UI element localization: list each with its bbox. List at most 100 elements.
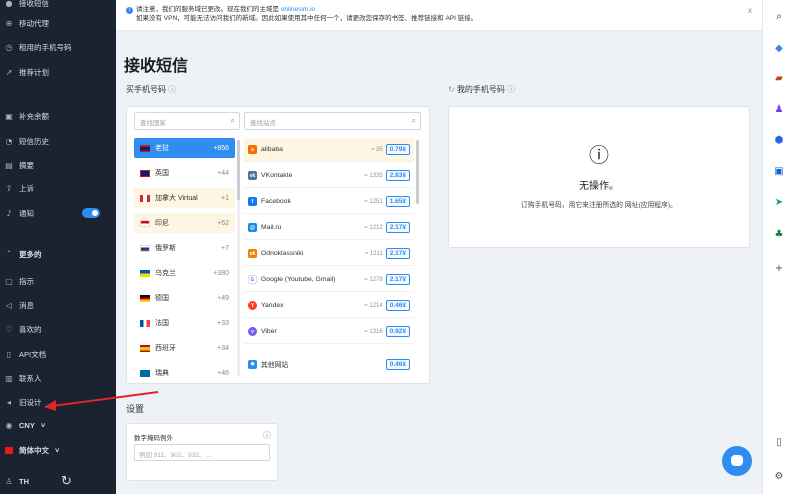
sidebar-item-receive-sms[interactable]: ● 接收短信	[0, 0, 116, 12]
country-item[interactable]: 老挝 +856	[134, 138, 235, 158]
country-item[interactable]: 乌克兰 +380	[134, 263, 235, 283]
ukraine-flag-icon	[140, 269, 150, 277]
sidebar-item-api-docs[interactable]: ▯ API文档	[0, 345, 116, 363]
service-item[interactable]: v Viber ≈ 1316 0.92¥	[244, 320, 414, 344]
m365-icon[interactable]: ⬢	[772, 134, 786, 148]
briefcase-icon[interactable]: ▰	[772, 72, 786, 86]
service-item[interactable]: Y Yandex ≈ 1214 0.46¥	[244, 294, 414, 318]
service-item[interactable]: @ Mail.ru ≈ 1212 2.17¥	[244, 216, 414, 240]
exclude-mask-input[interactable]: 例如 911、902、932、...	[134, 444, 270, 461]
sidebar-item-topup[interactable]: ▣ 补充余额	[0, 107, 116, 125]
country-scrollbar-thumb[interactable]	[237, 140, 240, 200]
service-search-input[interactable]: 查找站点 ⌕	[244, 112, 421, 130]
price-button[interactable]: 2.17¥	[385, 248, 410, 259]
send-icon[interactable]: ➤	[772, 196, 786, 210]
user-initials: TH	[19, 476, 29, 486]
user-profile[interactable]: ♙ TH ↻	[0, 472, 116, 490]
people-icon[interactable]: ♟	[772, 103, 786, 117]
my-numbers-panel: ⓘ 无操作。 订购手机号码，用它来注册所选的 网址(应用程序)。	[448, 106, 750, 248]
sidebar-more-toggle[interactable]: ˆ 更多的	[0, 245, 116, 263]
my-numbers-label: ↻ 我的手机号码 ⓘ	[448, 85, 516, 94]
chat-button[interactable]	[722, 446, 752, 476]
notice-domain-link[interactable]: onlinesim.io	[281, 6, 315, 13]
country-item[interactable]: 加拿大 Virtual +1	[134, 188, 235, 208]
sidebar-item-proxy[interactable]: ⊕ 移动代理	[0, 14, 116, 32]
country-item[interactable]: 俄罗斯 +7	[134, 238, 235, 258]
browser-side-toolbar: ⌕ ◆ ▰ ♟ ⬢ ▣ ➤ ♣ + ▯ ⚙	[762, 0, 794, 494]
service-item[interactable]: vk VKontakte ≈ 1335 2.83¥	[244, 164, 414, 188]
sidebar-item-rent[interactable]: ◷ 租用的手机号码	[0, 38, 116, 56]
search-icon: ⌕	[230, 116, 235, 125]
price-button[interactable]: 2.83¥	[385, 170, 410, 181]
service-scrollbar-thumb[interactable]	[416, 140, 419, 204]
gear-icon[interactable]: ⚙	[772, 470, 786, 484]
service-item[interactable]: ◆ 其他网站 0.46¥	[244, 352, 414, 376]
price-button[interactable]: 1.65¥	[385, 196, 410, 207]
sidebar-item-contacts[interactable]: ▥ 联系人	[0, 369, 116, 387]
country-item[interactable]: 法国 +33	[134, 313, 235, 333]
search-icon: ⌕	[411, 116, 416, 125]
notifications-toggle[interactable]	[82, 208, 100, 218]
tag-icon[interactable]: ◆	[772, 42, 786, 56]
notice-text: 请注意，我们的服务域已更改。现在我们的主域是	[136, 6, 279, 13]
sidebar-panel-icon[interactable]: ▯	[772, 436, 786, 450]
search-icon[interactable]: ⌕	[772, 10, 786, 24]
sidebar-item-notifications[interactable]: ♪ 通知	[0, 204, 116, 222]
country-item[interactable]: 瑞典 +46	[134, 363, 235, 383]
country-item[interactable]: 德国 +49	[134, 288, 235, 308]
country-item[interactable]: 英国 +44	[134, 163, 235, 183]
price-button[interactable]: 0.92¥	[385, 326, 410, 337]
price-button[interactable]: 0.46¥	[385, 358, 410, 370]
price-button[interactable]: 2.17¥	[385, 274, 410, 285]
refresh-icon[interactable]: ↻	[448, 85, 455, 94]
sidebar-item-referral[interactable]: ↗ 推荐计划	[0, 63, 116, 81]
outlook-icon[interactable]: ▣	[772, 165, 786, 179]
sweden-flag-icon	[140, 369, 150, 377]
wallet-icon: ▣	[5, 111, 13, 121]
language-selector[interactable]: 简体中文 ˅	[0, 441, 116, 459]
close-icon[interactable]: x	[748, 6, 752, 15]
price-button[interactable]: 0.79¥	[385, 144, 410, 155]
empty-title: 无操作。	[579, 181, 619, 192]
bell-icon: ♪	[6, 208, 12, 218]
plus-icon[interactable]: +	[772, 262, 786, 276]
sidebar-item-appeal[interactable]: ⇧ 上诉	[0, 179, 116, 197]
country-item[interactable]: 西班牙 +34	[134, 338, 235, 358]
sidebar-item-label: 消息	[19, 300, 34, 310]
chevron-down-icon: ˅	[55, 445, 60, 455]
mailru-icon: @	[248, 223, 257, 232]
person-icon: ♙	[5, 476, 13, 486]
vk-icon: vk	[248, 171, 257, 180]
chevron-down-icon: ˅	[40, 420, 46, 430]
service-item[interactable]: f Facebook ≈ 1251 1.65¥	[244, 190, 414, 214]
sidebar-item-hints[interactable]: ▢ 指示	[0, 272, 116, 290]
help-icon[interactable]: ⓘ	[263, 430, 271, 441]
logout-icon[interactable]: ↻	[61, 473, 72, 489]
service-item[interactable]: a alibaba ≈ 35 0.79¥	[244, 138, 414, 162]
france-flag-icon	[140, 319, 150, 327]
info-icon: i	[126, 7, 133, 14]
notice-text-2: 如果没有 VPN，可能无法访问我们的新域。因此如果使用其中任何一个，请更改您保存…	[136, 15, 478, 22]
sidebar-item-history[interactable]: ◔ 短信历史	[0, 132, 116, 150]
help-icon[interactable]: ⓘ	[507, 85, 515, 94]
country-search-input[interactable]: 查找国家 ⌕	[134, 112, 240, 130]
sidebar-item-favorites[interactable]: ♡ 喜欢的	[0, 320, 116, 338]
sidebar-item-label: 补充余额	[19, 111, 49, 121]
tree-icon[interactable]: ♣	[772, 228, 786, 242]
service-item[interactable]: ok Odnoklassniki ≈ 1211 2.17¥	[244, 242, 414, 266]
chevron-up-icon: ˆ	[7, 249, 11, 259]
price-button[interactable]: 2.17¥	[385, 222, 410, 233]
sidebar: ● 接收短信 ⊕ 移动代理 ◷ 租用的手机号码 ↗ 推荐计划 ▣ 补充余额 ◔ 短信历史 ▤…	[0, 0, 116, 494]
sidebar-item-summary[interactable]: ▤ 摘要	[0, 156, 116, 174]
sidebar-item-messages[interactable]: ◁ 消息	[0, 296, 116, 314]
price-button[interactable]: 0.46¥	[385, 300, 410, 311]
user-icon: ●	[5, 0, 13, 8]
buy-number-label: 买手机号码 ⓘ	[126, 85, 177, 94]
currency-selector[interactable]: ◉ CNY ˅	[0, 416, 116, 434]
country-item[interactable]: 印尼 +62	[134, 213, 235, 233]
help-icon[interactable]: ⓘ	[168, 85, 176, 94]
service-item[interactable]: G Google (Youtube, Gmail) ≈ 1279 2.17¥	[244, 268, 414, 292]
sidebar-item-label: 短信历史	[19, 136, 49, 146]
sidebar-item-label: 接收短信	[19, 0, 49, 8]
sidebar-item-label: 喜欢的	[19, 324, 42, 334]
